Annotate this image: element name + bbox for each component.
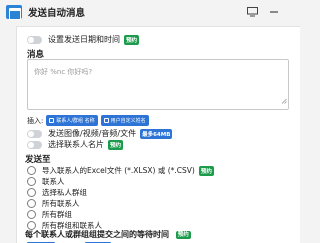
send-to-option-label: 联系人 [42,177,65,186]
send-to-option-all-groups[interactable]: 所有群组 [27,209,72,220]
media-row: 发送图像/视频/音频/文件 最多64MB [27,128,173,139]
resize-handle-icon[interactable] [281,89,287,108]
app-logo-icon [6,5,22,20]
contact-card-badge: 预约 [108,139,124,150]
media-size-badge: 最多64MB [140,128,173,139]
send-to-option-label: 导入联系人的Excel文件 (*.XLSX) 或 (*.CSV) [42,166,195,175]
send-to-option-private-groups[interactable]: 选择私人群组 [27,187,87,198]
radio-button[interactable] [27,199,36,208]
send-to-option-excel[interactable]: 导入联系人的Excel文件 (*.XLSX) 或 (*.CSV) 预约 [27,165,214,176]
send-to-option-badge: 预约 [198,165,214,176]
insert-custom-name-label: 用户自定义姓名 [110,118,146,124]
interval-heading: 每个联系人或群组组提交之间的等待时间 预约 [25,229,191,240]
window-title: 发送自动消息 [28,8,86,19]
monitor-icon[interactable] [246,6,258,18]
media-label: 发送图像/视频/音频/文件 [48,129,137,138]
message-placeholder: 你好 %nc 你好吗? [34,68,93,76]
radio-button[interactable] [27,177,36,186]
schedule-toggle[interactable] [27,35,42,44]
media-toggle[interactable] [27,129,42,138]
interval-heading-text: 每个联系人或群组组提交之间的等待时间 [25,230,169,239]
contact-card-row: 选择联系人名片 预约 [27,139,124,150]
send-to-option-label: 所有群组 [42,210,72,219]
radio-button[interactable] [27,210,36,219]
send-to-option-contacts[interactable]: 联系人 [27,176,65,187]
schedule-label: 设置发送日期和时间 [48,35,120,44]
insert-contact-name-button[interactable]: 联系人/群组 名称 [46,115,98,126]
title-bar: 发送自动消息 [0,0,300,24]
tag-icon [103,118,109,123]
message-textarea[interactable]: 你好 %nc 你好吗? [27,59,289,110]
contact-card-toggle[interactable] [27,140,42,149]
send-to-option-all-contacts[interactable]: 所有联系人 [27,198,80,209]
radio-button[interactable] [27,166,36,175]
insert-contact-name-label: 联系人/群组 名称 [56,118,95,124]
schedule-badge: 预约 [124,34,140,45]
schedule-row: 设置发送日期和时间 预约 [27,34,140,45]
insert-row: 插入: 联系人/群组 名称 用户自定义姓名 [27,115,149,126]
interval-badge: 预约 [175,231,191,239]
radio-button[interactable] [27,188,36,197]
send-to-option-label: 所有联系人 [42,199,80,208]
tag-icon [49,118,55,123]
minimize-icon[interactable] [268,6,280,18]
contact-card-label: 选择联系人名片 [48,140,104,149]
send-to-heading: 发送至 [25,155,51,165]
send-to-option-label: 选择私人群组 [42,188,87,197]
insert-label: 插入: [27,116,44,125]
insert-custom-name-button[interactable]: 用户自定义姓名 [100,115,149,126]
auto-message-panel: 设置发送日期和时间 预约 消息 你好 %nc 你好吗? 插入: 联系人/群组 名… [16,26,300,243]
